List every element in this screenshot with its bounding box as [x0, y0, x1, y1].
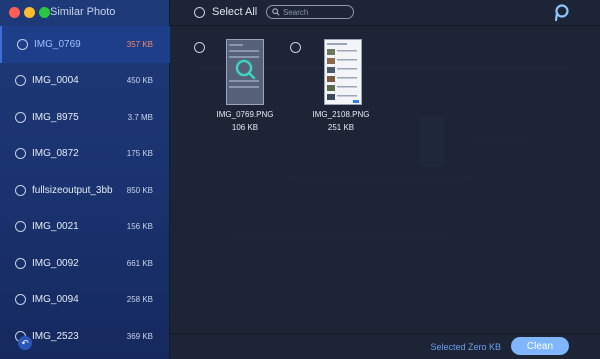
minimize-window-button[interactable] — [24, 7, 35, 18]
search-icon — [272, 8, 280, 16]
photo-group-list: IMG_0769 357 KB IMG_0004 450 KB IMG_8975… — [0, 26, 170, 355]
item-size: 850 KB — [126, 185, 153, 195]
list-item[interactable]: fullsizeoutput_3bb 850 KB — [0, 172, 170, 209]
footer-bar: Selected Zero KB Clean — [170, 333, 600, 359]
search-input[interactable] — [283, 7, 353, 17]
list-item[interactable]: IMG_0021 156 KB — [0, 209, 170, 246]
photo-size: 106 KB — [231, 123, 259, 132]
list-item[interactable]: IMG_0092 661 KB — [0, 245, 170, 282]
item-radio[interactable] — [15, 184, 26, 196]
photo-thumbnail[interactable] — [324, 39, 362, 105]
sidebar: Similar Photo IMG_0769 357 KB IMG_0004 4… — [0, 0, 170, 359]
item-radio[interactable] — [15, 294, 26, 306]
item-radio[interactable] — [15, 75, 26, 87]
item-size: 3.7 MB — [127, 112, 153, 122]
item-size: 258 KB — [126, 295, 153, 305]
list-item[interactable]: IMG_8975 3.7 MB — [0, 99, 170, 136]
back-icon[interactable]: ↶ — [18, 336, 32, 350]
photo-radio[interactable] — [194, 42, 205, 53]
list-item[interactable]: IMG_0004 450 KB — [0, 63, 170, 100]
item-radio[interactable] — [15, 111, 26, 123]
sidebar-title: Similar Photo — [50, 6, 116, 18]
photo-filename: IMG_2108.PNG — [312, 110, 370, 119]
photo-filename: IMG_0769.PNG — [216, 110, 274, 119]
list-item[interactable]: IMG_0872 175 KB — [0, 136, 170, 173]
select-all-radio[interactable] — [194, 7, 205, 18]
select-all-label[interactable]: Select All — [212, 6, 257, 18]
magnify-icon — [227, 40, 263, 104]
photo-radio[interactable] — [290, 42, 301, 53]
list-item[interactable]: IMG_0769 357 KB — [0, 26, 170, 63]
item-size: 357 KB — [126, 39, 153, 49]
photo-size: 251 KB — [327, 123, 355, 132]
item-radio[interactable] — [15, 148, 26, 160]
photo-card[interactable]: IMG_2108.PNG 251 KB — [290, 39, 410, 159]
selected-size-status: Selected Zero KB — [430, 342, 501, 352]
item-size: 661 KB — [126, 258, 153, 268]
item-radio[interactable] — [17, 38, 28, 50]
item-size: 156 KB — [126, 222, 153, 232]
zoom-window-button[interactable] — [39, 7, 50, 18]
search-box[interactable] — [266, 5, 354, 19]
item-size: 175 KB — [126, 149, 153, 159]
close-window-button[interactable] — [9, 7, 20, 18]
item-radio[interactable] — [15, 257, 26, 269]
item-size: 450 KB — [126, 76, 153, 86]
item-size: 369 KB — [126, 331, 153, 341]
main-panel: Select All Search IMG_0769.PNG 106 KB IM… — [170, 0, 600, 359]
toolbar: Select All — [170, 0, 600, 26]
list-item[interactable]: IMG_0094 258 KB — [0, 282, 170, 319]
photo-grid: IMG_0769.PNG 106 KB IMG_2108.PNG 251 KB — [170, 27, 600, 332]
app-logo-icon — [554, 4, 569, 22]
item-radio[interactable] — [15, 221, 26, 233]
photo-thumbnail[interactable] — [226, 39, 264, 105]
window-titlebar: Similar Photo — [0, 0, 169, 26]
clean-button[interactable]: Clean — [511, 337, 569, 355]
